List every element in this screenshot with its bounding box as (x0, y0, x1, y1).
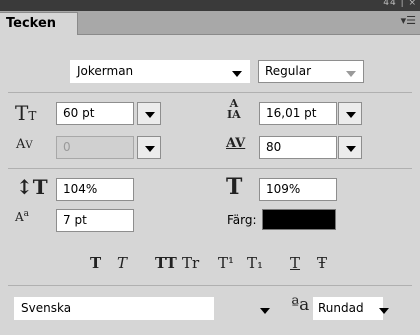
tracking-dropdown-button[interactable] (338, 136, 362, 159)
horizontal-scale-value: 109% (266, 182, 301, 196)
superscript-button[interactable]: T¹ (218, 256, 234, 271)
leading-icon: A IA (227, 97, 241, 121)
separator (8, 285, 412, 286)
font-family-dropdown-arrow[interactable] (232, 71, 242, 77)
language-dropdown-arrow[interactable] (260, 308, 270, 314)
baseline-shift-field[interactable]: 7 pt (56, 209, 134, 232)
color-label: Färg: (227, 213, 257, 227)
panel-tab-row: Tecken ▾☰ (0, 11, 420, 35)
kerning-field[interactable]: 0 (56, 136, 134, 159)
antialias-select[interactable]: Rundad (313, 297, 383, 320)
panel-titlebar: 44 | × (0, 0, 420, 11)
subscript-button[interactable]: T₁ (247, 256, 263, 271)
antialias-dropdown-arrow[interactable] (379, 308, 389, 314)
window-controls[interactable]: 44 | × (383, 0, 417, 8)
kerning-dropdown-button[interactable] (137, 136, 161, 159)
kerning-icon: AV (16, 137, 33, 152)
vertical-scale-field[interactable]: 104% (56, 178, 134, 201)
strikethrough-button[interactable]: Ŧ (317, 256, 327, 271)
antialias-value: Rundad (318, 301, 364, 315)
font-style-value: Regular (265, 64, 312, 78)
baseline-shift-icon: Aa (15, 209, 30, 224)
horizontal-scale-icon: T (226, 174, 243, 200)
font-style-dropdown-arrow[interactable] (346, 71, 356, 77)
color-swatch[interactable] (262, 209, 336, 230)
horizontal-scale-field[interactable]: 109% (259, 178, 337, 201)
tab-label: Tecken (6, 16, 57, 31)
underline-button[interactable]: T (290, 256, 300, 271)
language-select[interactable]: Svenska (14, 297, 214, 320)
font-size-icon: TT (15, 101, 37, 125)
leading-value: 16,01 pt (266, 106, 317, 120)
panel-menu-icon[interactable]: ▾☰ (401, 14, 416, 27)
vertical-scale-icon: ↕T (16, 175, 48, 199)
kerning-value: 0 (63, 140, 71, 154)
tracking-value: 80 (266, 140, 282, 154)
leading-dropdown-button[interactable] (338, 102, 362, 125)
vertical-scale-value: 104% (63, 182, 98, 196)
antialias-icon: ªa (291, 295, 310, 315)
language-value: Svenska (21, 301, 72, 315)
separator (8, 92, 412, 93)
faux-italic-button[interactable]: T (117, 256, 127, 271)
tracking-field[interactable]: 80 (259, 136, 337, 159)
tracking-icon: AV (226, 136, 246, 151)
font-family-select[interactable]: Jokerman (70, 60, 250, 83)
leading-field[interactable]: 16,01 pt (259, 102, 337, 125)
faux-bold-button[interactable]: T (90, 256, 101, 271)
font-size-field[interactable]: 60 pt (56, 102, 134, 125)
all-caps-button[interactable]: TT (155, 256, 177, 271)
font-size-value: 60 pt (63, 106, 95, 120)
small-caps-button[interactable]: Tr (182, 256, 199, 271)
baseline-shift-value: 7 pt (63, 213, 87, 227)
separator (8, 168, 412, 169)
tab-tecken[interactable]: Tecken (0, 12, 78, 35)
font-size-dropdown-button[interactable] (137, 102, 161, 125)
font-family-value: Jokerman (77, 64, 134, 78)
